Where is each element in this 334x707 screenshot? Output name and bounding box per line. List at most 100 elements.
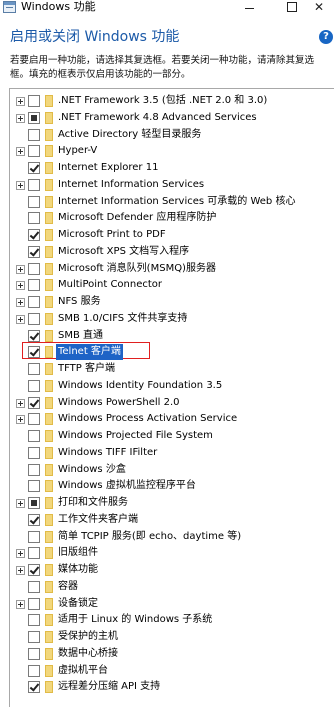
feature-checkbox[interactable] xyxy=(28,580,40,593)
feature-checkbox[interactable] xyxy=(28,430,40,442)
feature-checkbox[interactable] xyxy=(28,111,40,124)
feature-row[interactable]: 媒体功能 xyxy=(10,562,334,578)
expand-icon[interactable] xyxy=(16,499,25,508)
feature-label[interactable]: .NET Framework 3.5 (包括 .NET 2.0 和 3.0) xyxy=(56,93,269,109)
feature-label[interactable]: Windows PowerShell 2.0 xyxy=(56,395,182,411)
expand-icon[interactable] xyxy=(16,180,25,190)
feature-label[interactable]: 打印和文件服务 xyxy=(56,495,130,511)
feature-row[interactable]: Windows Projected File System xyxy=(10,428,334,444)
feature-row[interactable]: 受保护的主机 xyxy=(10,629,334,645)
feature-label[interactable]: Internet Information Services 可承载的 Web 核… xyxy=(56,194,297,210)
feature-label[interactable]: 工作文件夹客户端 xyxy=(56,512,140,528)
feature-checkbox[interactable] xyxy=(28,480,40,493)
feature-row[interactable]: TFTP 客户端 xyxy=(10,361,334,377)
feature-checkbox[interactable] xyxy=(28,363,40,375)
feature-row[interactable]: Internet Information Services xyxy=(10,177,334,193)
feature-row[interactable]: Microsoft Defender 应用程序防护 xyxy=(10,210,334,226)
feature-checkbox[interactable] xyxy=(28,530,40,543)
feature-label[interactable]: 媒体功能 xyxy=(56,562,100,578)
feature-row[interactable]: Windows PowerShell 2.0 xyxy=(10,395,334,411)
feature-checkbox[interactable] xyxy=(28,379,40,392)
feature-label[interactable]: SMB 直通 xyxy=(56,328,105,344)
feature-checkbox[interactable] xyxy=(28,296,40,308)
feature-label[interactable]: TFTP 客户端 xyxy=(56,361,117,377)
feature-checkbox[interactable] xyxy=(28,145,40,158)
feature-row[interactable]: .NET Framework 3.5 (包括 .NET 2.0 和 3.0) xyxy=(10,93,334,109)
expand-icon[interactable] xyxy=(16,147,25,157)
feature-checkbox[interactable] xyxy=(28,497,40,509)
feature-label[interactable]: 简单 TCPIP 服务(即 echo、daytime 等) xyxy=(56,529,243,545)
feature-label[interactable]: 容器 xyxy=(56,579,80,595)
expand-icon[interactable] xyxy=(16,97,25,106)
feature-checkbox[interactable] xyxy=(28,178,40,191)
feature-checkbox[interactable] xyxy=(28,279,40,292)
feature-label[interactable]: Microsoft 消息队列(MSMQ)服务器 xyxy=(56,261,218,277)
feature-row[interactable]: .NET Framework 4.8 Advanced Services xyxy=(10,110,334,126)
expand-icon[interactable] xyxy=(16,314,25,324)
feature-row[interactable]: 适用于 Linux 的 Windows 子系统 xyxy=(10,612,334,628)
feature-label[interactable]: Windows 虚拟机监控程序平台 xyxy=(56,478,198,494)
feature-label[interactable]: 适用于 Linux 的 Windows 子系统 xyxy=(56,612,214,628)
expand-icon[interactable] xyxy=(16,599,25,609)
expand-icon[interactable] xyxy=(16,264,25,274)
feature-checkbox[interactable] xyxy=(28,346,40,359)
feature-label[interactable]: 设备锁定 xyxy=(56,596,100,612)
feature-row[interactable]: Microsoft 消息队列(MSMQ)服务器 xyxy=(10,261,334,277)
feature-checkbox[interactable] xyxy=(28,262,40,275)
feature-label[interactable]: Windows Projected File System xyxy=(56,428,215,444)
feature-row[interactable]: Internet Explorer 11 xyxy=(10,160,334,176)
expand-icon[interactable] xyxy=(16,549,25,559)
feature-checkbox[interactable] xyxy=(28,513,40,526)
maximize-button[interactable] xyxy=(277,0,307,14)
feature-checkbox[interactable] xyxy=(28,128,40,141)
feature-checkbox[interactable] xyxy=(28,229,40,241)
feature-checkbox[interactable] xyxy=(28,664,40,677)
expand-icon[interactable] xyxy=(16,298,25,307)
feature-label[interactable]: 受保护的主机 xyxy=(56,629,120,645)
expand-icon[interactable] xyxy=(16,281,25,291)
feature-row[interactable]: Internet Information Services 可承载的 Web 核… xyxy=(10,194,334,210)
feature-checkbox[interactable] xyxy=(28,329,40,342)
feature-row[interactable]: 旧版组件 xyxy=(10,545,334,561)
feature-row[interactable]: 设备锁定 xyxy=(10,596,334,612)
feature-row[interactable]: 容器 xyxy=(10,579,334,595)
feature-row[interactable]: 虚拟机平台 xyxy=(10,663,334,679)
feature-checkbox[interactable] xyxy=(28,463,40,476)
feature-label[interactable]: Telnet 客户端 xyxy=(56,344,123,361)
feature-checkbox[interactable] xyxy=(28,597,40,610)
feature-checkbox[interactable] xyxy=(28,614,40,627)
feature-label[interactable]: 数据中心桥接 xyxy=(56,646,120,662)
feature-label[interactable]: Microsoft Print to PDF xyxy=(56,227,168,243)
feature-row[interactable]: MultiPoint Connector xyxy=(10,277,334,293)
feature-checkbox[interactable] xyxy=(28,95,40,107)
feature-row[interactable]: 打印和文件服务 xyxy=(10,495,334,511)
feature-checkbox[interactable] xyxy=(28,413,40,426)
feature-label[interactable]: 远程差分压缩 API 支持 xyxy=(56,679,162,695)
feature-row[interactable]: NFS 服务 xyxy=(10,294,334,310)
feature-checkbox[interactable] xyxy=(28,245,40,258)
expand-icon[interactable] xyxy=(16,113,25,123)
feature-row[interactable]: Windows 沙盒 xyxy=(10,462,334,478)
feature-label[interactable]: SMB 1.0/CIFS 文件共享支持 xyxy=(56,311,189,327)
feature-label[interactable]: Windows Identity Foundation 3.5 xyxy=(56,378,224,394)
feature-label[interactable]: Windows TIFF IFilter xyxy=(56,445,159,461)
feature-checkbox[interactable] xyxy=(28,681,40,694)
expand-icon[interactable] xyxy=(16,415,25,425)
feature-label[interactable]: Internet Explorer 11 xyxy=(56,160,160,176)
feature-label[interactable]: Windows Process Activation Service xyxy=(56,411,239,427)
feature-row[interactable]: Windows 虚拟机监控程序平台 xyxy=(10,478,334,494)
feature-row[interactable]: SMB 1.0/CIFS 文件共享支持 xyxy=(10,311,334,327)
feature-checkbox[interactable] xyxy=(28,312,40,325)
feature-row[interactable]: 工作文件夹客户端 xyxy=(10,512,334,528)
feature-label[interactable]: Hyper-V xyxy=(56,143,99,159)
feature-label[interactable]: Active Directory 轻型目录服务 xyxy=(56,127,203,143)
feature-label[interactable]: Windows 沙盒 xyxy=(56,462,128,478)
feature-label[interactable]: 旧版组件 xyxy=(56,545,100,561)
feature-row[interactable]: Windows Process Activation Service xyxy=(10,411,334,427)
expand-icon[interactable] xyxy=(16,398,25,408)
feature-checkbox[interactable] xyxy=(28,547,40,560)
help-icon[interactable]: ? xyxy=(319,30,333,44)
feature-label[interactable]: Microsoft Defender 应用程序防护 xyxy=(56,210,218,226)
feature-checkbox[interactable] xyxy=(28,631,40,643)
feature-label[interactable]: Internet Information Services xyxy=(56,177,206,193)
